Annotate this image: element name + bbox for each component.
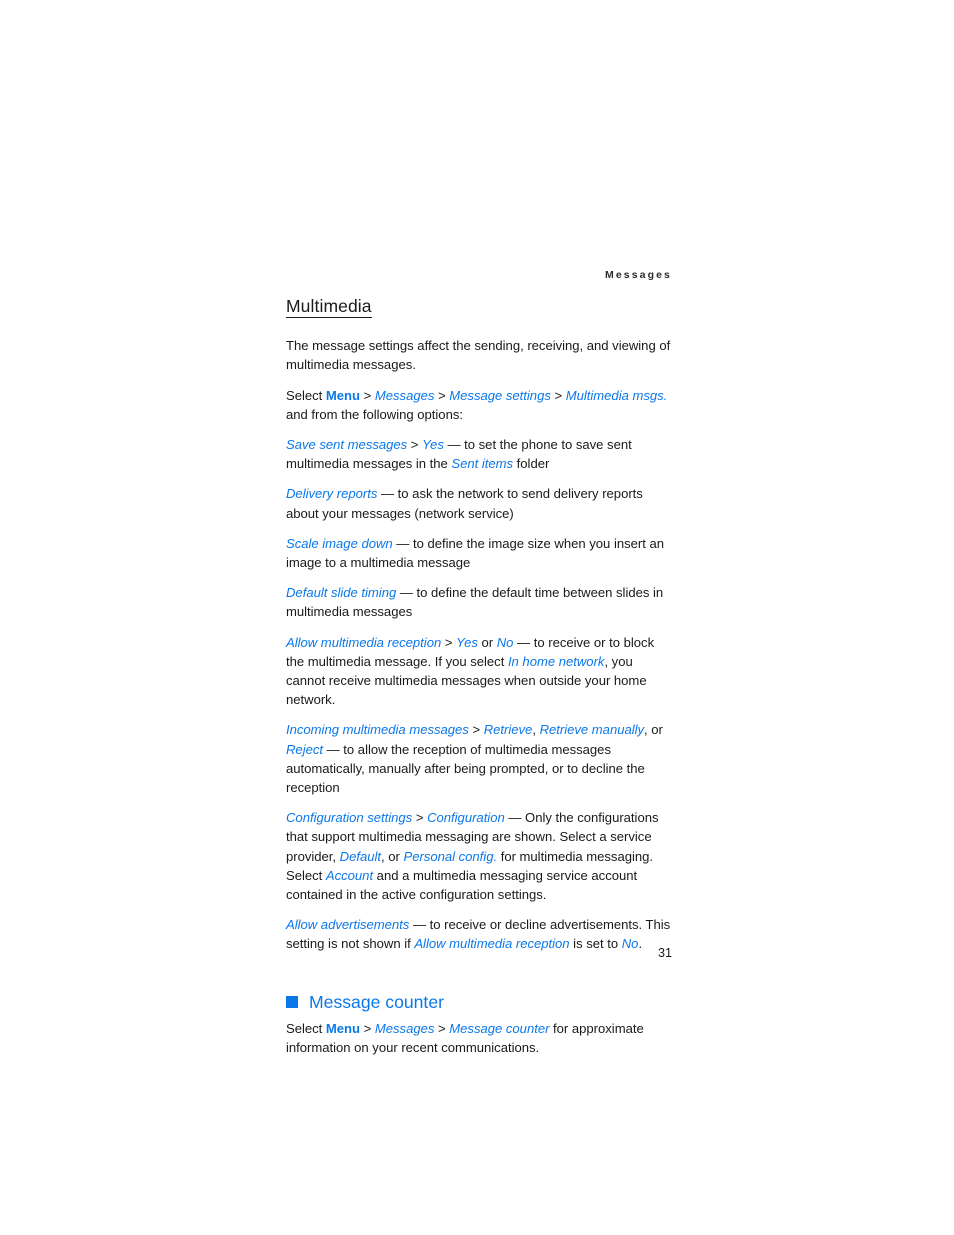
option-separator: >	[468, 722, 484, 738]
inline-link-default[interactable]: Default	[340, 849, 381, 864]
path-separator: >	[434, 1020, 450, 1036]
option-value-retrieve-manually[interactable]: Retrieve manually	[540, 722, 644, 737]
option-separator: >	[441, 634, 457, 650]
link-menu[interactable]: Menu	[326, 1021, 360, 1036]
option-conjunction-2: , or	[644, 722, 663, 738]
option-description-b: , or	[381, 848, 404, 864]
option-value-reject[interactable]: Reject	[286, 742, 323, 757]
link-message-settings[interactable]: Message settings	[449, 388, 551, 403]
message-counter-path-paragraph: Select Menu > Messages > Message counter…	[286, 1019, 674, 1057]
option-scale-image-down: Scale image down — to define the image s…	[286, 534, 674, 572]
path-separator: >	[360, 387, 375, 403]
path-tail: and from the following options:	[286, 406, 463, 422]
inline-link-in-home-network[interactable]: In home network	[508, 654, 605, 669]
option-term[interactable]: Allow multimedia reception	[286, 635, 441, 650]
link-messages[interactable]: Messages	[375, 388, 435, 403]
option-incoming-multimedia-messages: Incoming multimedia messages > Retrieve,…	[286, 720, 674, 797]
page-content: Multimedia The message settings affect t…	[286, 296, 674, 1057]
inline-link-sent-items[interactable]: Sent items	[451, 456, 513, 471]
page-number: 31	[657, 946, 672, 960]
option-term[interactable]: Scale image down	[286, 536, 393, 551]
option-separator: >	[412, 810, 428, 826]
path-separator: >	[434, 387, 450, 403]
link-multimedia-msgs[interactable]: Multimedia msgs.	[566, 388, 668, 403]
option-value-retrieve[interactable]: Retrieve	[484, 722, 533, 737]
option-separator: >	[407, 436, 423, 452]
option-term[interactable]: Allow advertisements	[286, 917, 409, 932]
option-value-yes[interactable]: Yes	[456, 635, 478, 650]
menu-path-paragraph: Select Menu > Messages > Message setting…	[286, 386, 674, 424]
option-term[interactable]: Incoming multimedia messages	[286, 722, 469, 737]
option-value-no[interactable]: No	[497, 635, 514, 650]
option-save-sent-messages: Save sent messages > Yes — to set the ph…	[286, 435, 674, 473]
inline-link-account[interactable]: Account	[326, 868, 373, 883]
link-messages[interactable]: Messages	[375, 1021, 435, 1036]
select-label: Select	[286, 387, 326, 403]
option-conjunction: or	[477, 634, 497, 650]
option-value-configuration[interactable]: Configuration	[427, 810, 505, 825]
option-delivery-reports: Delivery reports — to ask the network to…	[286, 484, 674, 522]
option-term[interactable]: Configuration settings	[286, 810, 412, 825]
option-term[interactable]: Save sent messages	[286, 437, 407, 452]
option-description: — to allow the reception of multimedia m…	[286, 741, 645, 795]
link-message-counter[interactable]: Message counter	[449, 1021, 549, 1036]
select-label: Select	[286, 1020, 326, 1036]
option-conjunction: ,	[532, 722, 540, 738]
option-term[interactable]: Delivery reports	[286, 486, 377, 501]
running-head: Messages	[605, 269, 672, 281]
option-value[interactable]: Yes	[422, 437, 444, 452]
link-menu[interactable]: Menu	[326, 388, 360, 403]
message-counter-heading-label: Message counter	[309, 991, 444, 1012]
option-term[interactable]: Default slide timing	[286, 585, 396, 600]
option-allow-multimedia-reception: Allow multimedia reception > Yes or No —…	[286, 633, 674, 710]
manual-page: Messages Multimedia The message settings…	[0, 0, 954, 1235]
path-separator: >	[360, 1020, 375, 1036]
inline-link-personal-config[interactable]: Personal config.	[404, 849, 498, 864]
page-title: Multimedia	[286, 296, 372, 319]
message-counter-heading: Message counter	[286, 992, 674, 1013]
option-default-slide-timing: Default slide timing — to define the def…	[286, 583, 674, 621]
square-bullet-icon	[286, 996, 298, 1009]
option-configuration-settings: Configuration settings > Configuration —…	[286, 808, 674, 904]
path-separator: >	[550, 387, 566, 403]
section-intro-paragraph: The message settings affect the sending,…	[286, 338, 671, 373]
option-description-tail: folder	[513, 456, 550, 472]
section-title-wrap: Multimedia	[286, 296, 674, 327]
